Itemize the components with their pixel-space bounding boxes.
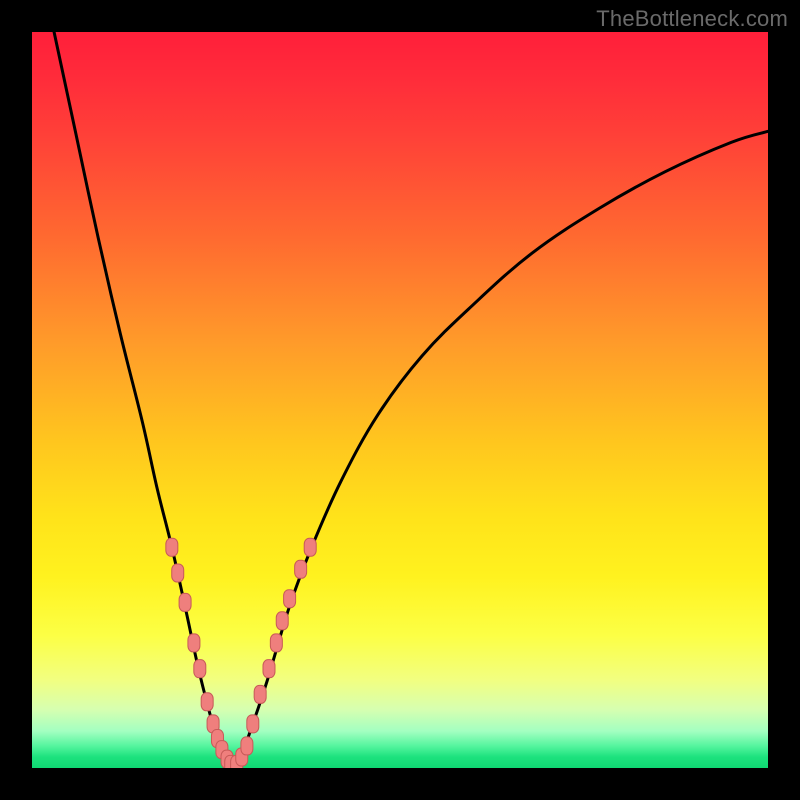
data-marker [241,737,253,755]
data-marker [276,612,288,630]
watermark-text: TheBottleneck.com [596,6,788,32]
data-marker [295,560,307,578]
plot-area [32,32,768,768]
data-marker [270,634,282,652]
data-marker [247,715,259,733]
chart-frame: TheBottleneck.com [0,0,800,800]
data-marker [172,564,184,582]
data-marker [304,538,316,556]
markers-group [166,538,316,768]
data-marker [166,538,178,556]
data-marker [284,590,296,608]
data-marker [179,593,191,611]
data-marker [201,693,213,711]
data-marker [188,634,200,652]
curve-group [54,32,768,768]
data-marker [254,685,266,703]
data-marker [194,660,206,678]
data-marker [263,660,275,678]
chart-svg [32,32,768,768]
bottleneck-curve-right [231,131,768,768]
bottleneck-curve-left [54,32,231,768]
